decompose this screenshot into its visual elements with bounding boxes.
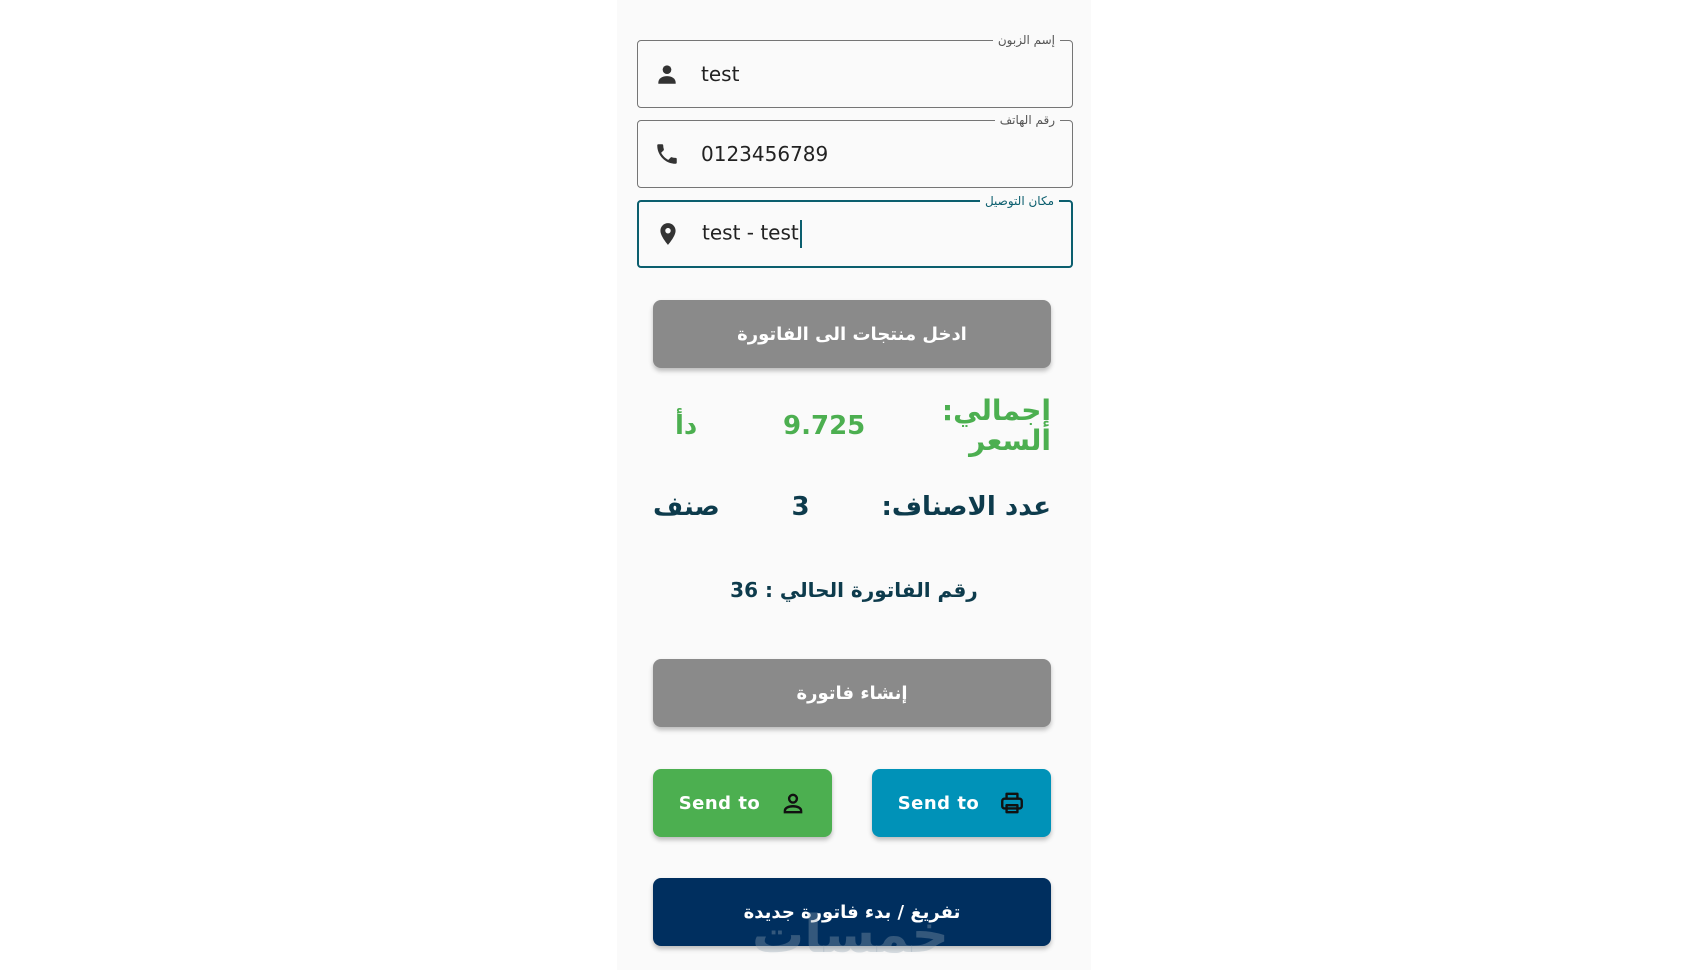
delivery-location-value: test - test — [702, 220, 802, 248]
customer-name-field[interactable]: إسم الزبون test — [637, 32, 1073, 108]
delivery-location-label: مكان التوصيل — [979, 193, 1059, 209]
clear-new-invoice-button[interactable]: تفريغ / بدء فاتورة جديدة — [653, 878, 1051, 946]
customer-name-value: test — [701, 62, 740, 86]
create-invoice-label: إنشاء فاتورة — [796, 682, 908, 704]
delivery-location-text: test - test — [702, 220, 799, 245]
item-count-unit: صنف — [653, 492, 720, 522]
send-to-printer-button[interactable]: Send to — [872, 769, 1051, 837]
phone-icon — [657, 144, 677, 164]
send-to-customer-label: Send to — [678, 792, 761, 814]
phone-field[interactable]: رقم الهاتف 0123456789 — [637, 112, 1073, 188]
phone-label: رقم الهاتف — [994, 112, 1060, 128]
item-count-row: عدد الاصناف: 3 صنف — [653, 492, 1051, 522]
currency-label: دأ — [675, 411, 698, 441]
text-caret — [799, 220, 802, 248]
total-price-value: 9.725 — [783, 411, 866, 441]
person-icon — [658, 65, 676, 84]
send-to-customer-button[interactable]: Send to — [653, 769, 832, 837]
customer-name-label: إسم الزبون — [992, 32, 1060, 48]
item-count-label: عدد الاصناف: — [881, 492, 1051, 522]
printer-icon — [1001, 792, 1024, 814]
phone-value: 0123456789 — [701, 142, 829, 166]
location-pin-icon — [660, 223, 676, 245]
send-to-printer-label: Send to — [897, 792, 980, 814]
item-count-value: 3 — [791, 492, 810, 522]
current-invoice-number: رقم الفاتورة الحالي : 36 — [730, 578, 978, 602]
create-invoice-button[interactable]: إنشاء فاتورة — [653, 659, 1051, 727]
delivery-location-field[interactable]: مكان التوصيل test - test — [637, 193, 1073, 268]
total-price-row: إجمالي: السعر 9.725 دأ — [653, 396, 1051, 456]
add-products-button[interactable]: ادخل منتجات الى الفاتورة — [653, 300, 1051, 368]
total-price-label: إجمالي: السعر — [941, 394, 1051, 457]
user-outline-icon — [783, 793, 803, 814]
add-products-label: ادخل منتجات الى الفاتورة — [737, 323, 967, 345]
clear-new-invoice-label: تفريغ / بدء فاتورة جديدة — [743, 901, 961, 923]
app-screen: إسم الزبون test رقم الهاتف 0123456789 مك… — [617, 0, 1091, 970]
